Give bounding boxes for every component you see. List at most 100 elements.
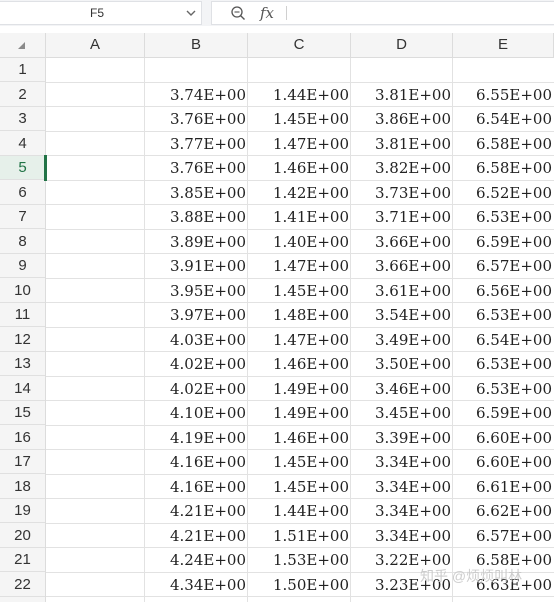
- cell-c2[interactable]: 1.44E+00: [248, 83, 351, 107]
- cell-d16[interactable]: 3.39E+00: [351, 426, 453, 450]
- row-header-9[interactable]: 9: [0, 254, 45, 278]
- cell-d9[interactable]: 3.66E+00: [351, 254, 453, 278]
- cell-b5[interactable]: 3.76E+00: [145, 156, 248, 180]
- cell-c15[interactable]: 1.49E+00: [248, 401, 351, 425]
- cell-d17[interactable]: 3.34E+00: [351, 450, 453, 474]
- row-header-1[interactable]: 1: [0, 58, 45, 82]
- row-header-12[interactable]: 12: [0, 328, 45, 352]
- row-header-22[interactable]: 22: [0, 573, 45, 597]
- cell-b6[interactable]: 3.85E+00: [145, 181, 248, 205]
- cell-c7[interactable]: 1.41E+00: [248, 205, 351, 229]
- row-header-10[interactable]: 10: [0, 279, 45, 303]
- cell-a9[interactable]: [46, 254, 145, 278]
- cell-d2[interactable]: 3.81E+00: [351, 83, 453, 107]
- cell-a4[interactable]: [46, 132, 145, 156]
- cell-a14[interactable]: [46, 377, 145, 401]
- row-header-2[interactable]: 2: [0, 83, 45, 107]
- cell-a6[interactable]: [46, 181, 145, 205]
- cell-b1[interactable]: [145, 58, 248, 82]
- cell-b13[interactable]: 4.02E+00: [145, 352, 248, 376]
- cell-e6[interactable]: 6.52E+00: [453, 181, 554, 205]
- cell-b22[interactable]: 4.34E+00: [145, 573, 248, 597]
- select-all-corner[interactable]: [0, 33, 46, 57]
- cell-a10[interactable]: [46, 279, 145, 303]
- cell-b9[interactable]: 3.91E+00: [145, 254, 248, 278]
- cell-e9[interactable]: 6.57E+00: [453, 254, 554, 278]
- cell-c9[interactable]: 1.47E+00: [248, 254, 351, 278]
- cell-a17[interactable]: [46, 450, 145, 474]
- cell-e4[interactable]: 6.58E+00: [453, 132, 554, 156]
- cell-e5[interactable]: 6.58E+00: [453, 156, 554, 180]
- cell-e12[interactable]: 6.54E+00: [453, 328, 554, 352]
- cell-a1[interactable]: [46, 58, 145, 82]
- cell-a3[interactable]: [46, 107, 145, 131]
- cell-c3[interactable]: 1.45E+00: [248, 107, 351, 131]
- cell-d13[interactable]: 3.50E+00: [351, 352, 453, 376]
- cell-c4[interactable]: 1.47E+00: [248, 132, 351, 156]
- column-header-e[interactable]: E: [453, 33, 554, 57]
- cell-e15[interactable]: 6.59E+00: [453, 401, 554, 425]
- cell-b12[interactable]: 4.03E+00: [145, 328, 248, 352]
- cell-b16[interactable]: 4.19E+00: [145, 426, 248, 450]
- row-header-15[interactable]: 15: [0, 401, 45, 425]
- row-header-5[interactable]: 5: [0, 156, 46, 180]
- cell-e18[interactable]: 6.61E+00: [453, 475, 554, 499]
- row-header-14[interactable]: 14: [0, 377, 45, 401]
- fx-icon[interactable]: fx: [260, 3, 274, 23]
- formula-input[interactable]: [292, 3, 546, 25]
- cell-c11[interactable]: 1.48E+00: [248, 303, 351, 327]
- cell-c12[interactable]: 1.47E+00: [248, 328, 351, 352]
- row-header-19[interactable]: 19: [0, 499, 45, 523]
- cell-d8[interactable]: 3.66E+00: [351, 230, 453, 254]
- cell-e3[interactable]: 6.54E+00: [453, 107, 554, 131]
- cell-d20[interactable]: 3.34E+00: [351, 524, 453, 548]
- cell-a16[interactable]: [46, 426, 145, 450]
- column-header-d[interactable]: D: [351, 33, 453, 57]
- cell-b2[interactable]: 3.74E+00: [145, 83, 248, 107]
- cell-b11[interactable]: 3.97E+00: [145, 303, 248, 327]
- row-header-21[interactable]: 21: [0, 548, 45, 572]
- cell-a22[interactable]: [46, 573, 145, 597]
- cell-c21[interactable]: 1.53E+00: [248, 548, 351, 572]
- cell-a5[interactable]: [46, 156, 145, 180]
- cell-e17[interactable]: 6.60E+00: [453, 450, 554, 474]
- cell-b14[interactable]: 4.02E+00: [145, 377, 248, 401]
- cell-d18[interactable]: 3.34E+00: [351, 475, 453, 499]
- cell-b4[interactable]: 3.77E+00: [145, 132, 248, 156]
- cell-a11[interactable]: [46, 303, 145, 327]
- cell-e8[interactable]: 6.59E+00: [453, 230, 554, 254]
- row-header-7[interactable]: 7: [0, 205, 45, 229]
- cell-d11[interactable]: 3.54E+00: [351, 303, 453, 327]
- cell-d19[interactable]: 3.34E+00: [351, 499, 453, 523]
- cell-d15[interactable]: 3.45E+00: [351, 401, 453, 425]
- column-header-c[interactable]: C: [248, 33, 351, 57]
- cell-a15[interactable]: [46, 401, 145, 425]
- cell-d5[interactable]: 3.82E+00: [351, 156, 453, 180]
- cell-c10[interactable]: 1.45E+00: [248, 279, 351, 303]
- row-header-16[interactable]: 16: [0, 426, 45, 450]
- name-box[interactable]: F5: [0, 1, 202, 25]
- cell-b7[interactable]: 3.88E+00: [145, 205, 248, 229]
- cell-a20[interactable]: [46, 524, 145, 548]
- cell-b8[interactable]: 3.89E+00: [145, 230, 248, 254]
- cell-d6[interactable]: 3.73E+00: [351, 181, 453, 205]
- cell-c20[interactable]: 1.51E+00: [248, 524, 351, 548]
- name-box-cell-ref[interactable]: F5: [0, 2, 194, 24]
- cell-b10[interactable]: 3.95E+00: [145, 279, 248, 303]
- cell-c22[interactable]: 1.50E+00: [248, 573, 351, 597]
- row-header-8[interactable]: 8: [0, 230, 45, 254]
- cell-c17[interactable]: 1.45E+00: [248, 450, 351, 474]
- cell-e16[interactable]: 6.60E+00: [453, 426, 554, 450]
- cell-a18[interactable]: [46, 475, 145, 499]
- column-header-b[interactable]: B: [145, 33, 248, 57]
- cell-b17[interactable]: 4.16E+00: [145, 450, 248, 474]
- row-header-4[interactable]: 4: [0, 132, 45, 156]
- cell-b3[interactable]: 3.76E+00: [145, 107, 248, 131]
- row-header-18[interactable]: 18: [0, 475, 45, 499]
- cell-c6[interactable]: 1.42E+00: [248, 181, 351, 205]
- cell-d14[interactable]: 3.46E+00: [351, 377, 453, 401]
- row-header-6[interactable]: 6: [0, 181, 45, 205]
- cell-b19[interactable]: 4.21E+00: [145, 499, 248, 523]
- row-header-3[interactable]: 3: [0, 107, 45, 131]
- cell-a19[interactable]: [46, 499, 145, 523]
